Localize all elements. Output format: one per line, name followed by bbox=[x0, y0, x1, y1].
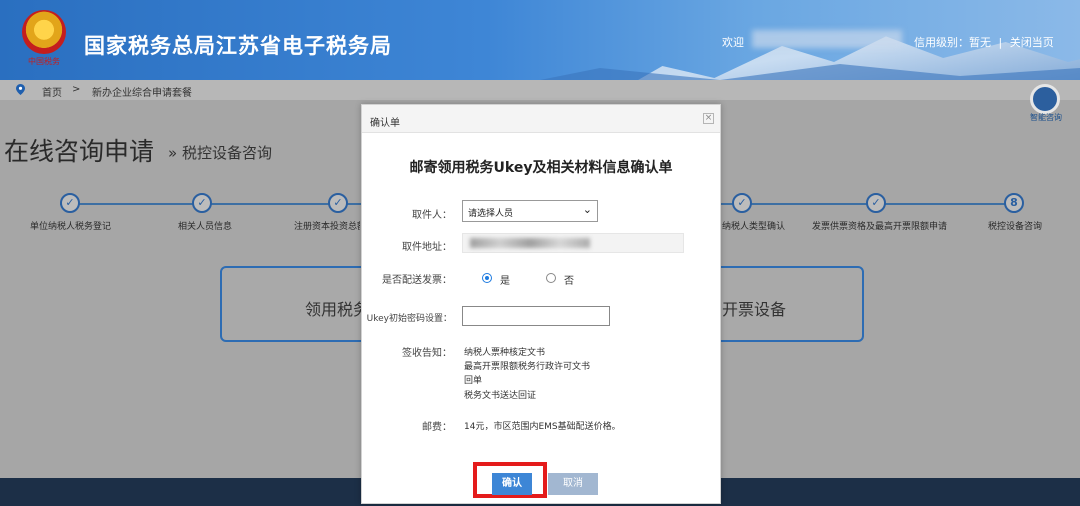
invoice-no-radio[interactable] bbox=[546, 273, 556, 283]
page-subtitle: » 税控设备咨询 bbox=[168, 144, 272, 162]
notice-item: 税务文书送达回证 bbox=[464, 391, 537, 401]
breadcrumb: 首页 > 新办企业综合申请套餐 bbox=[0, 80, 1080, 100]
smart-consult-icon[interactable] bbox=[1030, 84, 1060, 114]
notice-item: 纳税人票种核定文书 bbox=[464, 348, 546, 358]
ukey-password-label: Ukey初始密码设置： bbox=[366, 314, 452, 324]
notice-label: 签收告知： bbox=[402, 348, 452, 359]
site-title: 国家税务总局江苏省电子税务局 bbox=[84, 34, 392, 58]
close-icon[interactable]: × bbox=[703, 113, 714, 124]
blurred-username bbox=[752, 30, 902, 48]
smart-consult-label[interactable]: 智能咨询 bbox=[1030, 112, 1062, 123]
postage-label: 邮费： bbox=[422, 422, 452, 433]
dialog-header-title: 确认单 bbox=[370, 118, 400, 129]
emblem-sub-text: 中国税务 bbox=[28, 57, 60, 66]
location-pin-icon bbox=[16, 84, 25, 95]
top-links: 信用级别：暂无 | 关闭当页 bbox=[912, 34, 1056, 50]
cancel-button[interactable]: 取消 bbox=[548, 473, 598, 495]
close-page-link[interactable]: 关闭当页 bbox=[1010, 36, 1054, 49]
page-title: 在线咨询申请 bbox=[4, 137, 155, 166]
step-1-label: 单位纳税人税务登记 bbox=[30, 222, 112, 232]
step-5-check-icon: ✓ bbox=[866, 193, 886, 213]
option-card-left-text: 领用税务 bbox=[305, 300, 370, 319]
step-2-label: 相关人员信息 bbox=[178, 222, 233, 232]
recipient-select-value: 请选择人员 bbox=[468, 209, 514, 219]
ukey-password-input[interactable] bbox=[462, 306, 610, 326]
recipient-select[interactable]: 请选择人员 ⌄ bbox=[462, 200, 598, 222]
step-6-number-icon: 8 bbox=[1004, 193, 1024, 213]
breadcrumb-home[interactable]: 首页 bbox=[42, 84, 62, 99]
breadcrumb-current: 新办企业综合申请套餐 bbox=[92, 88, 192, 99]
invoice-no-label: 否 bbox=[564, 276, 574, 287]
top-separator: | bbox=[998, 36, 1003, 49]
notice-item: 回单 bbox=[464, 376, 483, 386]
step-2-check-icon: ✓ bbox=[192, 193, 212, 213]
option-card-right-text: 开票设备 bbox=[722, 300, 787, 319]
step-3-check-icon: ✓ bbox=[328, 193, 348, 213]
notice-item: 最高开票限额税务行政许可文书 bbox=[464, 362, 591, 372]
invoice-yes-label: 是 bbox=[500, 276, 510, 287]
step-5-label: 发票供票资格及最高开票限额申请 bbox=[812, 222, 948, 232]
step-4-check-icon: ✓ bbox=[732, 193, 752, 213]
step-1-check-icon: ✓ bbox=[60, 193, 80, 213]
address-blurred-value bbox=[470, 238, 590, 248]
recipient-label: 取件人： bbox=[412, 210, 452, 221]
tax-emblem-icon bbox=[22, 10, 66, 54]
step-6-label: 税控设备咨询 bbox=[988, 222, 1043, 232]
dialog-header: 确认单 × bbox=[362, 105, 720, 133]
address-label: 取件地址： bbox=[402, 242, 452, 253]
confirm-button[interactable]: 确认 bbox=[492, 473, 532, 495]
postage-value: 14元，市区范围内EMS基础配送价格。 bbox=[464, 422, 621, 432]
credit-level: 信用级别：暂无 bbox=[914, 36, 991, 49]
invoice-yes-radio[interactable] bbox=[482, 273, 492, 283]
confirm-dialog: 确认单 × 邮寄领用税务Ukey及相关材料信息确认单 取件人： 请选择人员 ⌄ … bbox=[361, 104, 721, 504]
dialog-title: 邮寄领用税务Ukey及相关材料信息确认单 bbox=[409, 160, 673, 176]
welcome-text: 欢迎 bbox=[722, 36, 744, 49]
breadcrumb-separator: > bbox=[72, 84, 81, 95]
invoice-delivery-label: 是否配送发票： bbox=[382, 275, 452, 286]
step-4-label: 纳税人类型确认 bbox=[722, 222, 786, 232]
step-3-label: 注册资本投资总额 bbox=[294, 222, 360, 232]
chevron-down-icon: ⌄ bbox=[582, 203, 592, 216]
